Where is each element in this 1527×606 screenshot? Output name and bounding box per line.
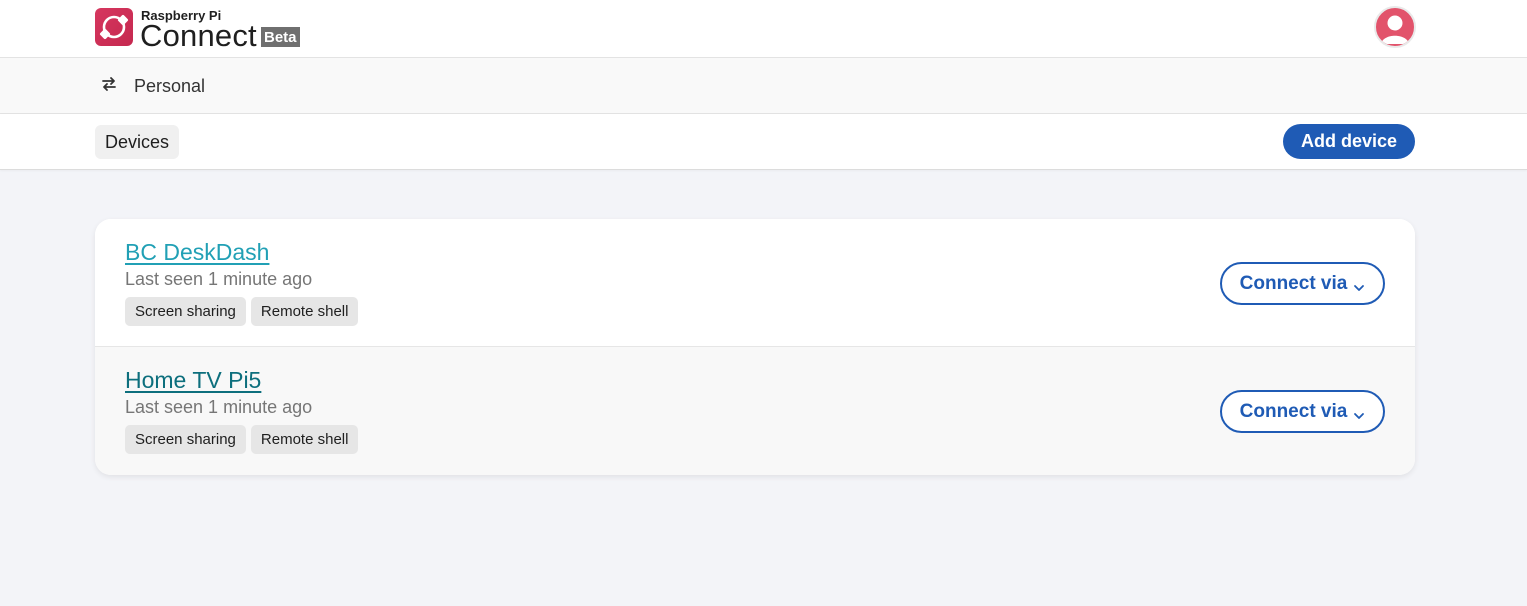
top-header: Raspberry Pi Connect Beta (0, 0, 1527, 58)
last-seen-text: Last seen 1 minute ago (125, 397, 313, 417)
account-switcher[interactable]: Personal (100, 75, 205, 98)
chip-screen-sharing: Screen sharing (125, 425, 246, 454)
device-row: BC DeskDash Last seen 1 minute ago Scree… (95, 219, 1415, 347)
chip-remote-shell: Remote shell (250, 297, 359, 326)
connect-via-button[interactable]: Connect via (1220, 390, 1385, 433)
chevron-down-icon (1353, 278, 1365, 291)
account-bar: Personal (0, 58, 1527, 114)
user-avatar-icon[interactable] (1374, 6, 1416, 48)
connect-via-label: Connect via (1239, 272, 1348, 294)
beta-badge: Beta (261, 27, 300, 47)
brand-big-text: Connect (140, 18, 257, 53)
brand-wordmark: Raspberry Pi Connect Beta (140, 8, 311, 53)
connect-via-button[interactable]: Connect via (1220, 262, 1385, 305)
device-name-link[interactable]: Home TV Pi5 (125, 367, 261, 394)
chevron-down-icon (1353, 406, 1365, 419)
chip-remote-shell: Remote shell (250, 425, 359, 454)
capability-chips: Screen sharing Remote shell (125, 297, 363, 326)
last-seen-text: Last seen 1 minute ago (125, 269, 313, 289)
connect-logo-icon (95, 8, 133, 46)
device-list: BC DeskDash Last seen 1 minute ago Scree… (95, 219, 1415, 475)
capability-chips: Screen sharing Remote shell (125, 425, 363, 454)
account-name: Personal (134, 76, 206, 96)
brand-logo[interactable]: Raspberry Pi Connect Beta (95, 8, 311, 53)
connect-via-label: Connect via (1239, 400, 1348, 422)
nav-bar: Devices Add device (0, 114, 1527, 170)
add-device-button[interactable]: Add device (1283, 124, 1415, 159)
tab-devices[interactable]: Devices (95, 125, 180, 159)
device-row: Home TV Pi5 Last seen 1 minute ago Scree… (95, 347, 1415, 475)
swap-arrows-icon (100, 75, 118, 98)
device-name-link[interactable]: BC DeskDash (125, 239, 269, 266)
chip-screen-sharing: Screen sharing (125, 297, 246, 326)
